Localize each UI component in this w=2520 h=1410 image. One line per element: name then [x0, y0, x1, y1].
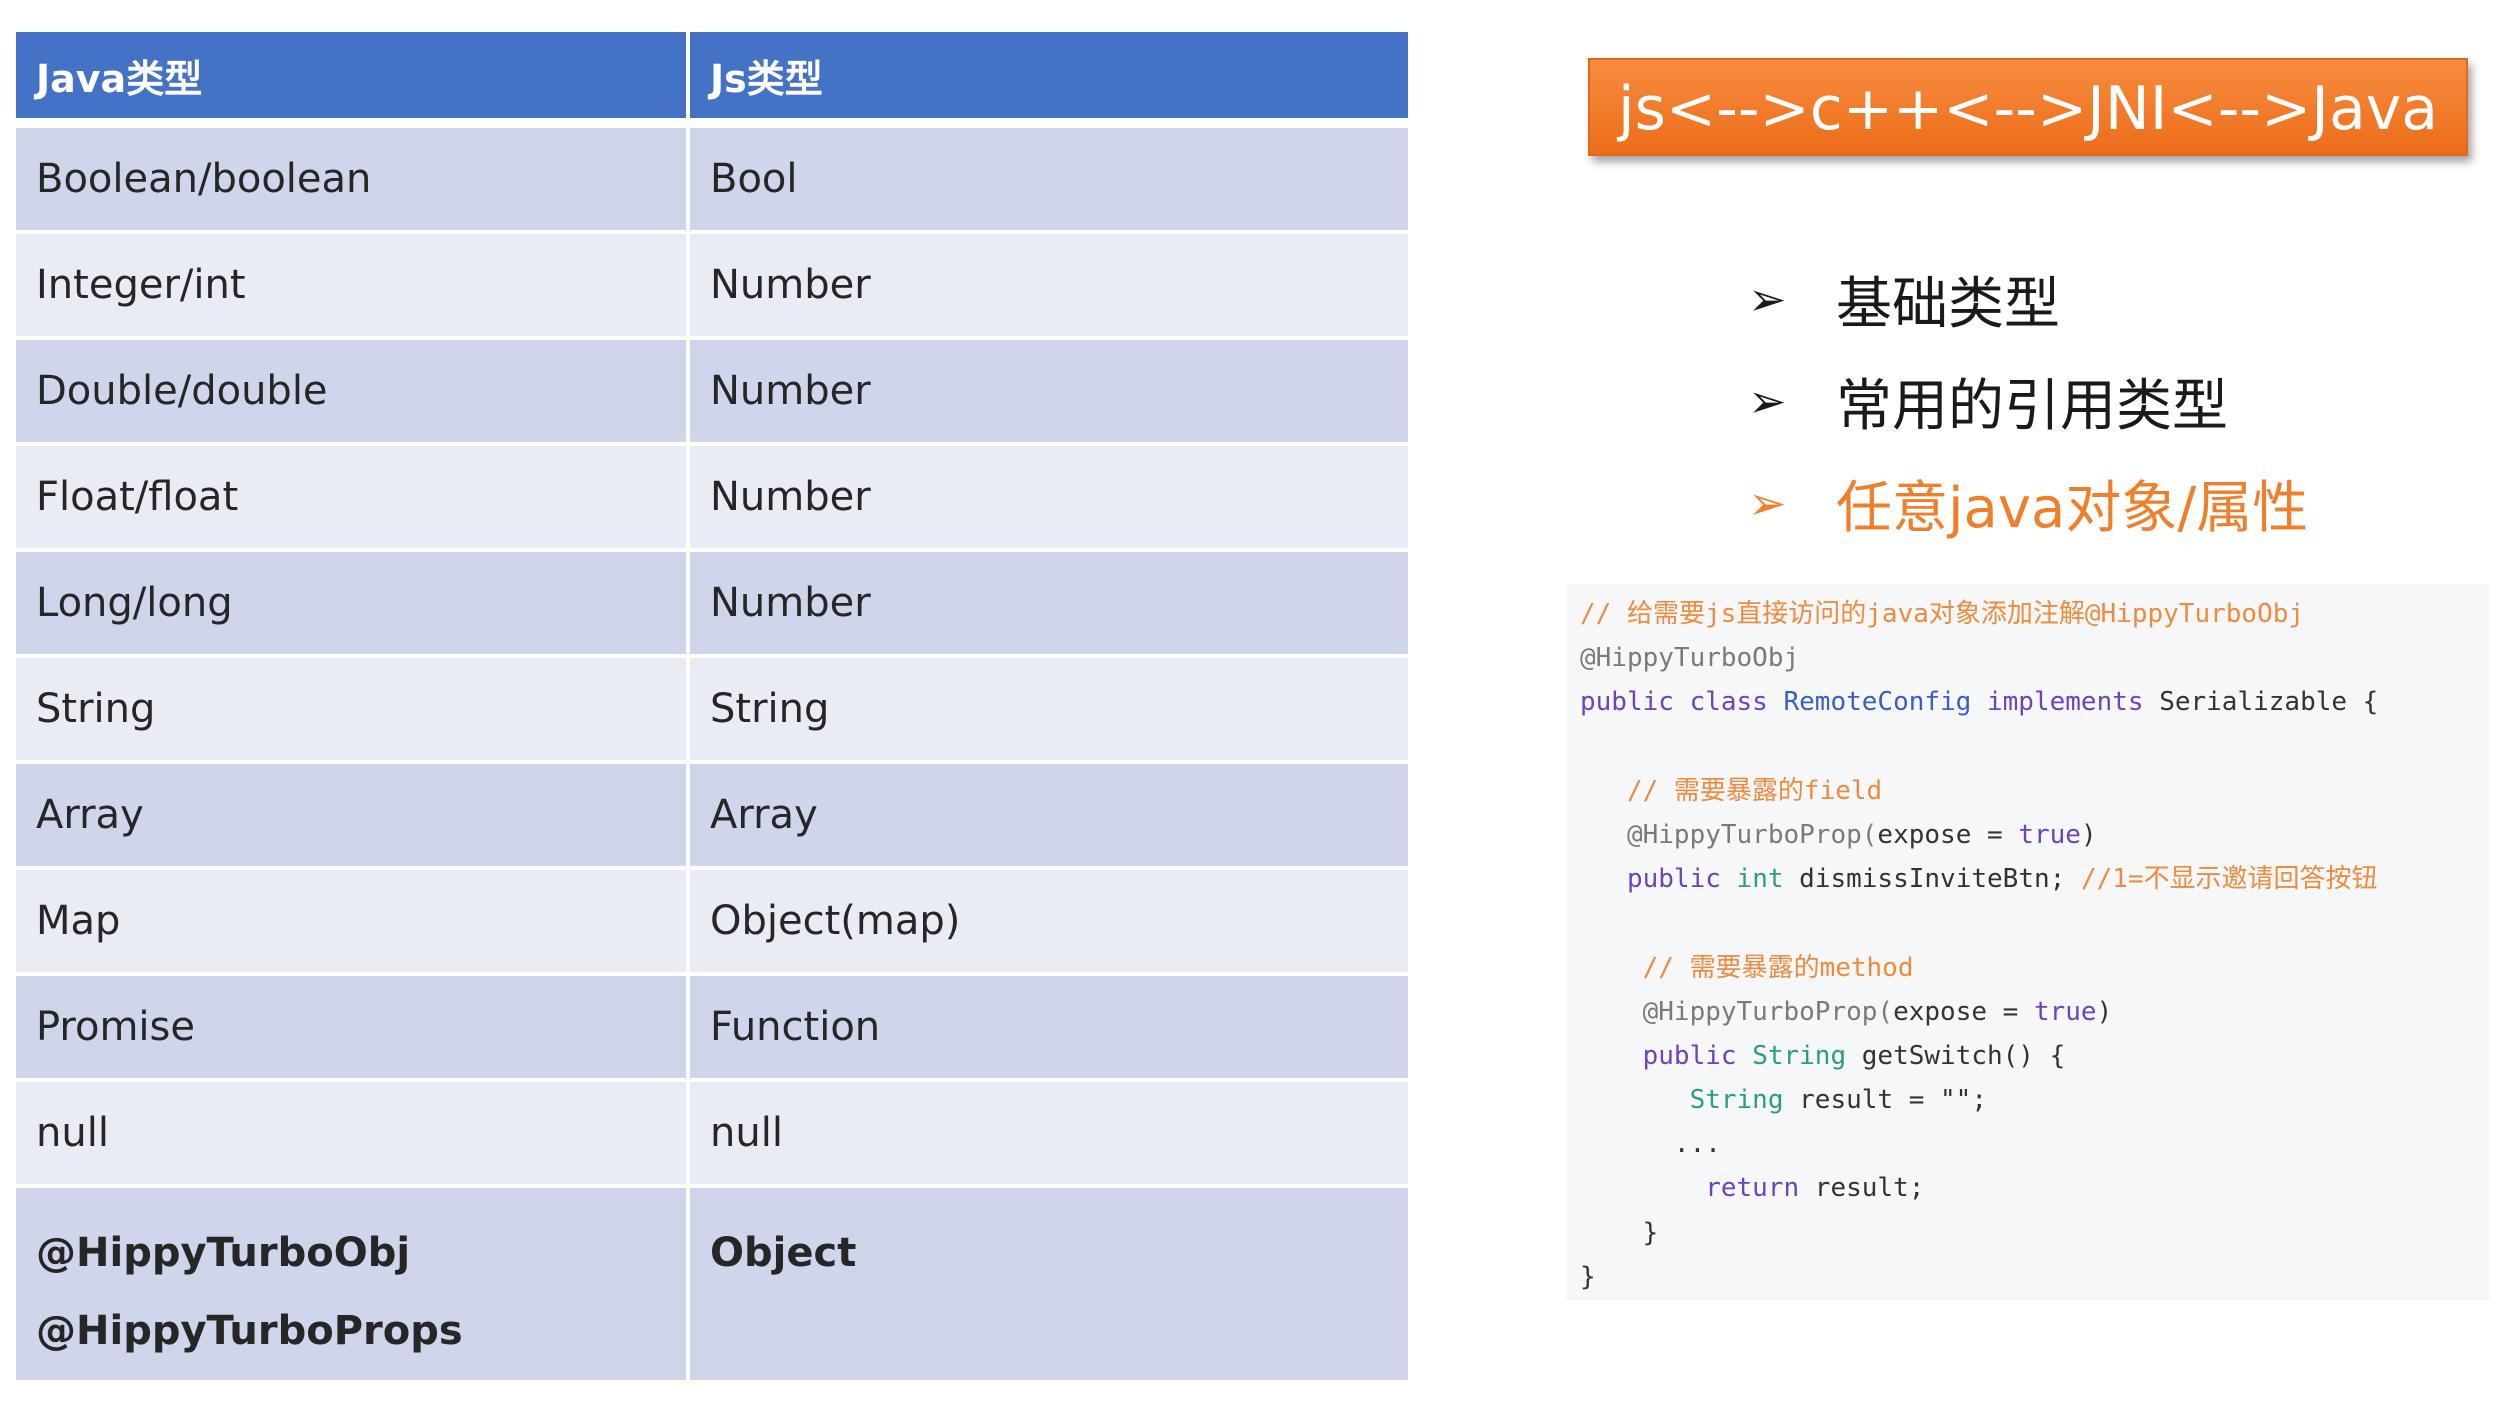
bullet-text: 任意java对象/属性 [1836, 475, 2309, 541]
code-line: public class RemoteConfig implements Ser… [1580, 680, 2490, 724]
java-type-cell: Map [16, 870, 690, 976]
code-line: // 需要暴露的field [1580, 769, 2490, 813]
code-line: public String getSwitch() { [1580, 1034, 2490, 1078]
table-row: Promise Function [16, 976, 1408, 1082]
code-annotation: @HippyTurboProp( [1580, 819, 1878, 850]
annotation-obj: @HippyTurboObj [36, 1230, 411, 1276]
code-text: result = ""; [1783, 1085, 1987, 1116]
code-line: // 需要暴露的method [1580, 946, 2490, 990]
slide: Java类型 Js类型 Boolean/boolean Bool Integer… [0, 0, 2520, 1410]
js-type-header: Js类型 [690, 32, 1408, 128]
js-type-cell: Number [690, 552, 1408, 658]
table-row: Integer/int Number [16, 234, 1408, 340]
js-type-cell: String [690, 658, 1408, 764]
code-line: @HippyTurboProp(expose = true) [1580, 813, 2490, 857]
code-text: result; [1799, 1173, 1925, 1204]
java-type-cell: null [16, 1082, 690, 1188]
code-line: ... [1580, 1122, 2490, 1166]
code-text: expose = [1877, 819, 2019, 850]
java-type-cell: String [16, 658, 690, 764]
code-comment: // 给需要js直接访问的java对象添加注解@HippyTurboObj [1580, 599, 2305, 629]
code-text: ... [1580, 1129, 1721, 1160]
code-class-name: RemoteConfig [1783, 687, 1972, 718]
table-row: null null [16, 1082, 1408, 1188]
table-row: String String [16, 658, 1408, 764]
type-mapping-table: Java类型 Js类型 Boolean/boolean Bool Integer… [16, 32, 1408, 1384]
code-text: } [1580, 1217, 1659, 1248]
code-type: int [1736, 864, 1784, 895]
js-type-cell: Bool [690, 128, 1408, 234]
code-text: ) [2080, 819, 2097, 850]
code-text: expose = [1893, 996, 2034, 1027]
java-type-cell: Long/long [16, 552, 690, 658]
code-annotation: @HippyTurboObj [1580, 643, 1800, 674]
bullet-list: ➢ 基础类型 ➢ 常用的引用类型 ➢ 任意java对象/属性 [1748, 248, 2308, 554]
java-type-cell: Integer/int [16, 234, 690, 340]
title-banner: js<-->c++<-->JNI<-->Java [1588, 58, 2468, 156]
code-line: @HippyTurboProp(expose = true) [1580, 990, 2490, 1034]
code-line: } [1580, 1211, 2490, 1255]
code-text: getSwitch() { [1846, 1040, 2066, 1071]
js-type-cell: Array [690, 764, 1408, 870]
java-type-header: Java类型 [16, 32, 690, 128]
js-type-cell: Number [690, 446, 1408, 552]
table-row: @HippyTurboObj @HippyTurboProps Object [16, 1188, 1408, 1384]
java-type-cell: Array [16, 764, 690, 870]
annotation-props: @HippyTurboProps [36, 1308, 463, 1354]
table-row: Double/double Number [16, 340, 1408, 446]
code-text: Serializable { [2159, 687, 2379, 718]
code-keyword: true [2033, 996, 2097, 1027]
java-type-cell: Boolean/boolean [16, 128, 690, 234]
table-row: Float/float Number [16, 446, 1408, 552]
code-line: String result = ""; [1580, 1078, 2490, 1122]
code-annotation: @HippyTurboProp( [1580, 996, 1894, 1027]
table-row: Map Object(map) [16, 870, 1408, 976]
bullet-text: 基础类型 [1836, 271, 2060, 337]
java-type-cell: Float/float [16, 446, 690, 552]
arrow-bullet-icon: ➢ [1748, 272, 1787, 326]
java-type-cell: Promise [16, 976, 690, 1082]
arrow-bullet-icon: ➢ [1748, 476, 1787, 530]
bullet-item: ➢ 常用的引用类型 [1748, 350, 2308, 452]
js-type-cell: Function [690, 976, 1408, 1082]
code-text: dismissInviteBtn; [1783, 864, 2081, 895]
table-header-row: Java类型 Js类型 [16, 32, 1408, 128]
code-keyword: return [1580, 1173, 1800, 1204]
bullet-item: ➢ 任意java对象/属性 [1748, 452, 2308, 554]
code-comment: // 需要暴露的method [1580, 952, 1914, 983]
code-keyword: public class [1580, 687, 1784, 718]
code-line: return result; [1580, 1166, 2490, 1210]
table-row: Long/long Number [16, 552, 1408, 658]
code-keyword: implements [1971, 687, 2160, 718]
arrow-bullet-icon: ➢ [1748, 374, 1787, 428]
code-line: } [1580, 1255, 2490, 1299]
bullet-text: 常用的引用类型 [1836, 373, 2228, 439]
java-type-cell: Double/double [16, 340, 690, 446]
java-type-cell: @HippyTurboObj @HippyTurboProps [16, 1188, 690, 1384]
code-keyword: public [1580, 1040, 1753, 1071]
table-row: Boolean/boolean Bool [16, 128, 1408, 234]
js-type-cell: Object(map) [690, 870, 1408, 976]
code-text: ) [2096, 996, 2113, 1027]
code-comment: // 需要暴露的field [1580, 775, 1883, 806]
js-type-cell: Number [690, 234, 1408, 340]
code-comment: //1=不显示邀请回答按钮 [2080, 864, 2378, 895]
code-type: String [1580, 1085, 1784, 1116]
code-text: } [1580, 1261, 1596, 1292]
code-keyword: public [1580, 864, 1737, 895]
code-keyword: true [2018, 819, 2081, 850]
js-type-cell: Object [690, 1188, 1408, 1384]
bullet-item: ➢ 基础类型 [1748, 248, 2308, 350]
code-snippet: // 给需要js直接访问的java对象添加注解@HippyTurboObj @H… [1566, 584, 2490, 1300]
code-line: // 给需要js直接访问的java对象添加注解@HippyTurboObj [1580, 592, 2490, 636]
js-type-cell: Number [690, 340, 1408, 446]
code-line: @HippyTurboObj [1580, 636, 2490, 680]
table-row: Array Array [16, 764, 1408, 870]
code-line: public int dismissInviteBtn; //1=不显示邀请回答… [1580, 857, 2490, 901]
js-type-cell: null [690, 1082, 1408, 1188]
code-type: String [1752, 1040, 1847, 1071]
